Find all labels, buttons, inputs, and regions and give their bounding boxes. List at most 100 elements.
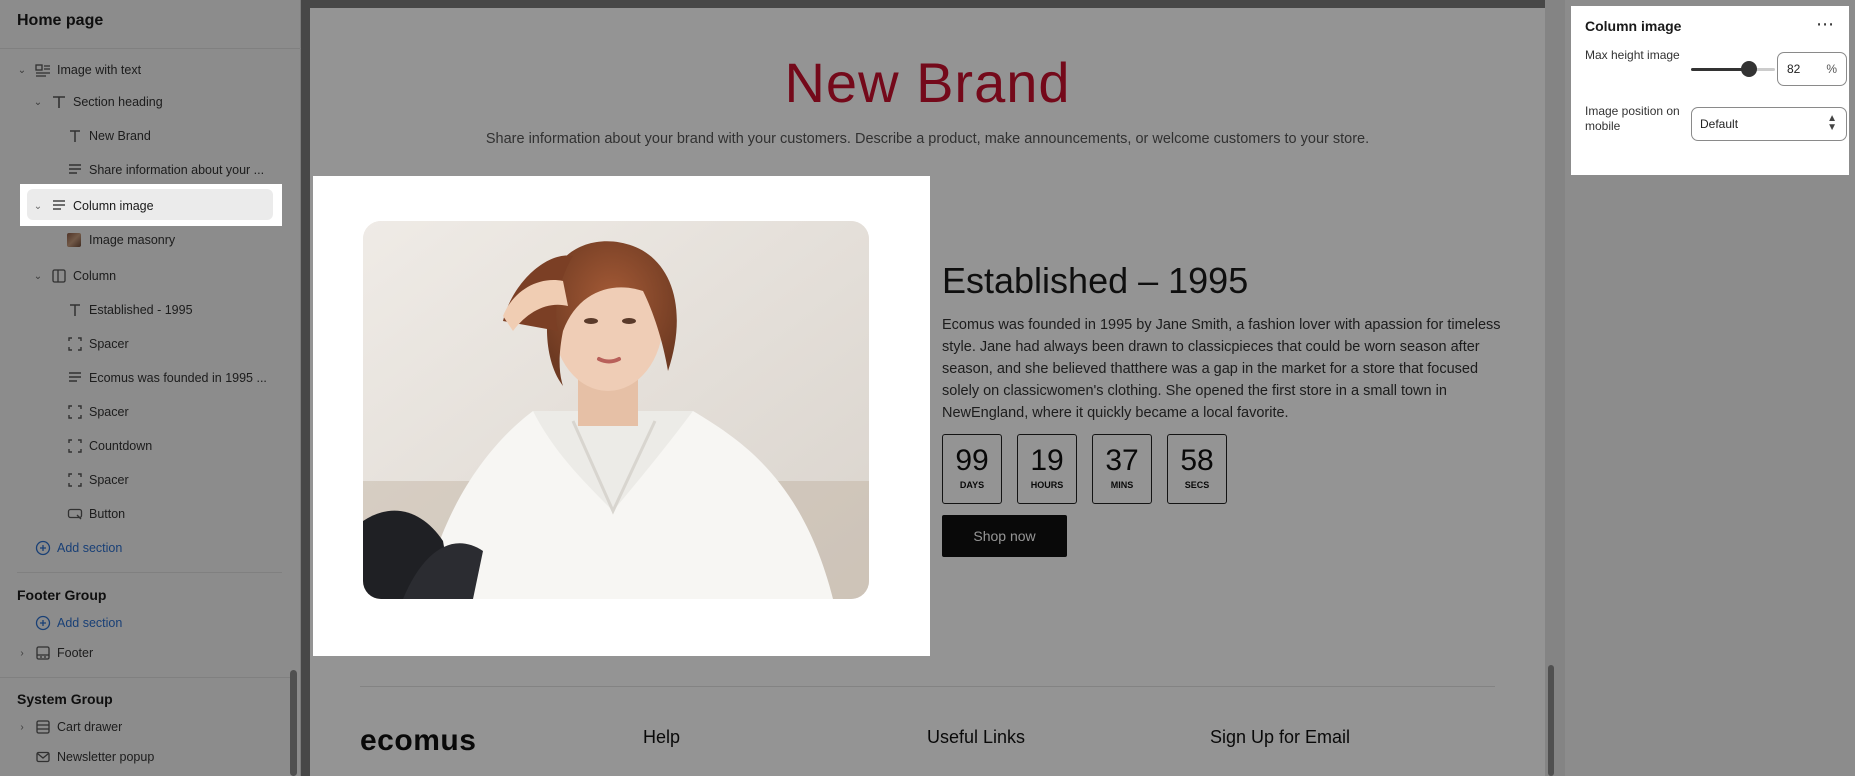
shop-now-button[interactable]: Shop now bbox=[942, 515, 1067, 557]
ecomus-logo[interactable]: ecomus bbox=[360, 724, 476, 758]
paragraph-icon bbox=[53, 200, 65, 210]
tree-item-footer[interactable]: › Footer bbox=[0, 638, 290, 668]
tree-item-button[interactable]: Button bbox=[0, 499, 290, 529]
text-icon bbox=[70, 130, 80, 142]
tree-item-label: Image masonry bbox=[89, 233, 176, 247]
countdown-unit: HOURS bbox=[1030, 480, 1064, 490]
footer-signup-heading: Sign Up for Email bbox=[1210, 727, 1351, 747]
brand-heading: New Brand bbox=[784, 51, 1071, 114]
tree-item-spacer[interactable]: Spacer bbox=[0, 397, 290, 427]
countdown-mins: 37 MINS bbox=[1092, 434, 1152, 504]
settings-panel: Column image ⋯ Max height image 82 % Ima… bbox=[1565, 0, 1855, 776]
countdown-unit: SECS bbox=[1184, 480, 1210, 490]
chevron-down-icon[interactable]: ⌄ bbox=[16, 65, 28, 76]
paragraph-icon bbox=[69, 372, 81, 382]
plus-circle-icon bbox=[35, 540, 51, 556]
more-options-icon[interactable]: ⋯ bbox=[1816, 14, 1835, 35]
footer-group-title: Footer Group bbox=[17, 587, 107, 603]
tree-item-column[interactable]: ⌄ Column bbox=[0, 261, 290, 291]
paragraph-icon bbox=[69, 164, 81, 174]
dim-overlay bbox=[310, 0, 1545, 8]
text-icon bbox=[70, 304, 80, 316]
tree-item-spacer[interactable]: Spacer bbox=[0, 329, 290, 359]
portrait-illustration bbox=[363, 221, 869, 599]
dim-overlay bbox=[1571, 175, 1849, 776]
tree-item-cart-drawer[interactable]: › Cart drawer bbox=[0, 712, 290, 742]
tree-item-label: Column bbox=[73, 269, 117, 283]
chevron-right-icon[interactable]: › bbox=[16, 648, 28, 659]
spacer-icon bbox=[68, 337, 82, 351]
canvas-scroll-gutter bbox=[1545, 0, 1565, 776]
tree-item-label: Countdown bbox=[89, 439, 153, 453]
tree-item-label: Column image bbox=[73, 199, 154, 213]
countdown-unit: DAYS bbox=[959, 480, 985, 490]
envelope-icon bbox=[36, 751, 50, 763]
tree-item-label: Image with text bbox=[57, 63, 142, 77]
established-heading: Established – 1995 bbox=[942, 260, 1249, 301]
tree-item-section-heading[interactable]: ⌄ Section heading bbox=[0, 87, 290, 117]
tree-item-label: Established - 1995 bbox=[89, 303, 193, 317]
tree-item-newsletter-popup[interactable]: Newsletter popup bbox=[0, 742, 290, 772]
dim-overlay bbox=[301, 0, 310, 776]
tree-item-label: Spacer bbox=[89, 405, 129, 419]
countdown-hours: 19 HOURS bbox=[1017, 434, 1077, 504]
chevron-down-icon[interactable]: ⌄ bbox=[32, 201, 44, 212]
max-height-slider-thumb[interactable] bbox=[1741, 61, 1757, 77]
tree-item-label: New Brand bbox=[89, 129, 151, 143]
tree-item-established[interactable]: Established - 1995 bbox=[0, 295, 290, 325]
tree-item-label: Button bbox=[89, 507, 126, 521]
countdown-unit: MINS bbox=[1110, 480, 1134, 490]
add-section-button[interactable]: Add section bbox=[0, 533, 290, 563]
tree-item-new-brand[interactable]: New Brand bbox=[0, 121, 290, 151]
dim-overlay bbox=[1849, 0, 1855, 776]
section-tree-sidebar: Home page ⌄ Image with text ⌄ Section he… bbox=[0, 0, 301, 776]
footer-icon bbox=[36, 646, 50, 660]
tree-item-spacer[interactable]: Spacer bbox=[0, 465, 290, 495]
sidebar-scrollbar[interactable] bbox=[290, 670, 297, 776]
add-section-label: Add section bbox=[57, 616, 123, 630]
countdown-value: 99 bbox=[955, 444, 989, 477]
button-icon bbox=[67, 508, 83, 520]
column-icon bbox=[52, 269, 66, 283]
tree-item-label: Share information about your ... bbox=[89, 163, 265, 177]
text-icon bbox=[53, 96, 65, 108]
tree-item-label: Newsletter popup bbox=[57, 750, 155, 764]
settings-card: Column image ⋯ Max height image 82 % Ima… bbox=[1571, 6, 1849, 175]
woman-portrait-image bbox=[363, 221, 869, 599]
select-arrows-icon: ▲ ▼ bbox=[1827, 113, 1837, 133]
spacer-icon bbox=[68, 473, 82, 487]
brand-subheading: Share information about your brand with … bbox=[485, 131, 1370, 147]
tree-item-image-with-text[interactable]: ⌄ Image with text bbox=[0, 55, 290, 85]
footer-add-section-button[interactable]: Add section bbox=[0, 608, 290, 638]
column-image-panel[interactable] bbox=[313, 176, 930, 656]
tree-item-label: Spacer bbox=[89, 337, 129, 351]
countdown-value: 19 bbox=[1030, 444, 1064, 477]
plus-circle-icon bbox=[35, 615, 51, 631]
store-preview-canvas: New Brand Share information about your b… bbox=[310, 8, 1545, 776]
divider bbox=[0, 48, 301, 49]
percent-unit: % bbox=[1826, 62, 1837, 76]
tree-item-column-image[interactable]: ⌄ Column image bbox=[0, 191, 290, 221]
countdown-days: 99 DAYS bbox=[942, 434, 1002, 504]
image-position-select[interactable]: Default ▲ ▼ bbox=[1691, 107, 1847, 141]
cart-drawer-icon bbox=[36, 720, 50, 734]
spacer-icon bbox=[68, 439, 82, 453]
tree-item-share-information[interactable]: Share information about your ... bbox=[0, 155, 290, 185]
tree-item-label: Spacer bbox=[89, 473, 129, 487]
tree-item-label: Section heading bbox=[73, 95, 163, 109]
chevron-down-icon[interactable]: ⌄ bbox=[32, 97, 44, 108]
max-height-input[interactable]: 82 % bbox=[1777, 52, 1847, 86]
settings-title: Column image bbox=[1585, 18, 1682, 34]
divider bbox=[0, 677, 290, 678]
tree-item-countdown[interactable]: Countdown bbox=[0, 431, 290, 461]
tree-item-ecomus-text[interactable]: Ecomus was founded in 1995 ... bbox=[0, 363, 290, 393]
image-thumb-icon bbox=[67, 233, 81, 247]
footer-useful-links-heading: Useful Links bbox=[927, 727, 1026, 747]
canvas-scrollbar[interactable] bbox=[1548, 665, 1554, 776]
tree-item-image-masonry[interactable]: Image masonry bbox=[0, 225, 290, 255]
chevron-down-icon[interactable]: ⌄ bbox=[32, 271, 44, 282]
tree-item-label: Footer bbox=[57, 646, 94, 660]
image-with-text-icon bbox=[35, 64, 50, 77]
chevron-right-icon[interactable]: › bbox=[16, 722, 28, 733]
countdown-value: 37 bbox=[1105, 444, 1139, 477]
